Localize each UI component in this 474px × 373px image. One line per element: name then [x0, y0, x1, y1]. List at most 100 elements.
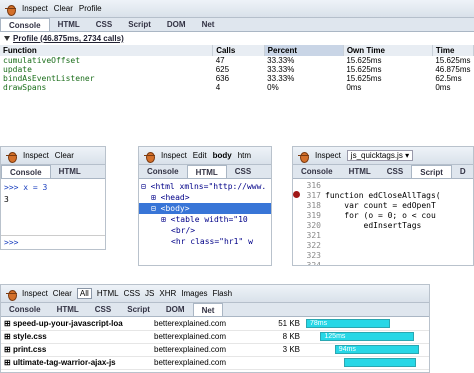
node-body[interactable]: ⊟ <body> [139, 203, 271, 214]
tab-css[interactable]: CSS [87, 303, 119, 316]
source-line[interactable]: 319 for (o = 0; o < cou [293, 211, 473, 221]
expand-plus-icon[interactable]: ⊞ [151, 193, 161, 202]
tab-console[interactable]: Console [139, 165, 187, 178]
filter-images-button[interactable]: Images [181, 289, 207, 298]
tab-net[interactable]: Net [194, 18, 223, 31]
col-calls[interactable]: Calls [212, 45, 265, 56]
profile-row[interactable]: drawSpans 4 0% 0ms 0ms [0, 83, 474, 92]
collapse-minus-icon[interactable]: ⊟ [141, 182, 151, 191]
tab-script[interactable]: Script [120, 18, 159, 31]
function-name[interactable]: drawSpans [0, 83, 213, 92]
tab-net[interactable]: Net [192, 303, 224, 316]
edit-button[interactable]: Edit [193, 151, 207, 160]
tab-html[interactable]: HTML [51, 165, 89, 178]
net-request-row[interactable]: ⊞ style.css betterexplained.com 8 KB 125ms [1, 330, 429, 344]
breakpoint-gutter[interactable] [293, 201, 303, 211]
profile-row[interactable]: bindAsEventListener 636 33.33% 15.625ms 62.5… [0, 74, 474, 83]
tab-dom[interactable]: DOM [159, 18, 194, 31]
tab-html[interactable]: HTML [186, 165, 227, 178]
firebug-icon[interactable] [5, 288, 17, 301]
collapse-triangle-icon[interactable] [4, 36, 10, 41]
breakpoint-gutter[interactable] [293, 181, 303, 191]
expand-plus-icon[interactable]: ⊞ [4, 332, 13, 341]
breakpoint-gutter[interactable] [293, 231, 303, 241]
net-request-row[interactable]: ⊞ speed-up-your-javascript-loa betterexpl… [1, 317, 429, 331]
tab-console[interactable]: Console [0, 18, 50, 31]
breakpoint-gutter[interactable] [293, 261, 303, 265]
request-file[interactable]: ultimate-tag-warrior-ajax-js [13, 358, 116, 367]
net-request-row[interactable]: ⊞ print.css betterexplained.com 3 KB 94ms [1, 343, 429, 357]
source-line[interactable]: 324 [293, 261, 473, 265]
tab-css[interactable]: CSS [227, 165, 259, 178]
source-line[interactable]: 320 edInsertTags [293, 221, 473, 231]
tab-html[interactable]: HTML [341, 165, 379, 178]
col-function[interactable]: Function [0, 45, 214, 56]
tab-dom[interactable]: D [452, 165, 473, 178]
node-br[interactable]: <br/> [139, 225, 271, 236]
function-name[interactable]: cumulativeOffset [0, 56, 213, 65]
node-hr[interactable]: <hr class="hr1" w [139, 236, 271, 247]
col-percent[interactable]: Percent [264, 45, 344, 56]
filter-html-button[interactable]: HTML [97, 289, 119, 298]
breakpoint-gutter[interactable] [293, 191, 303, 201]
inspect-button[interactable]: Inspect [23, 151, 49, 160]
source-line[interactable]: 323 [293, 251, 473, 261]
expand-plus-icon[interactable]: ⊞ [161, 215, 171, 224]
inspect-button[interactable]: Inspect [22, 289, 48, 298]
expand-plus-icon[interactable]: ⊞ [4, 319, 13, 328]
firebug-icon[interactable] [297, 150, 309, 163]
source-line[interactable]: 322 [293, 241, 473, 251]
tab-console[interactable]: Console [1, 303, 49, 316]
node-html[interactable]: ⊟ <html xmlns="http://www. [139, 181, 271, 192]
profile-row[interactable]: update 625 33.33% 15.625ms 46.875ms [0, 65, 474, 74]
request-file[interactable]: print.css [13, 345, 46, 354]
tab-script[interactable]: Script [411, 165, 452, 178]
firebug-icon[interactable] [143, 150, 155, 163]
inspect-button[interactable]: Inspect [161, 151, 187, 160]
breakpoint-gutter[interactable] [293, 221, 303, 231]
breakpoint-gutter[interactable] [293, 251, 303, 261]
source-line[interactable]: 318 var count = edOpenT [293, 201, 473, 211]
tab-script[interactable]: Script [119, 303, 158, 316]
filter-xhr-button[interactable]: XHR [159, 289, 176, 298]
console-input[interactable]: >>> [1, 235, 105, 249]
profile-row[interactable]: cumulativeOffset 47 33.33% 15.625ms 15.625ms [0, 56, 474, 65]
breadcrumb-body[interactable]: body [213, 151, 232, 160]
firebug-icon[interactable] [4, 3, 16, 16]
inspect-button[interactable]: Inspect [22, 4, 48, 13]
net-request-row[interactable]: ⊞ ultimate-tag-warrior-ajax-js betterexpl… [1, 356, 429, 370]
function-name[interactable]: bindAsEventListener [0, 74, 213, 83]
breakpoint-icon[interactable] [293, 191, 300, 198]
breakpoint-gutter[interactable] [293, 211, 303, 221]
filter-all-button[interactable]: All [76, 288, 92, 299]
node-head[interactable]: ⊞ <head> [139, 192, 271, 203]
function-name[interactable]: update [0, 65, 213, 74]
col-time[interactable]: Time [432, 45, 474, 56]
filter-css-button[interactable]: CSS [124, 289, 140, 298]
firebug-icon[interactable] [5, 150, 17, 163]
clear-button[interactable]: Clear [53, 289, 72, 298]
filter-flash-button[interactable]: Flash [213, 289, 233, 298]
source-line[interactable]: 321 [293, 231, 473, 241]
tab-html[interactable]: HTML [49, 303, 87, 316]
profile-header[interactable]: Profile (46.875ms, 2734 calls) [0, 32, 474, 45]
request-file[interactable]: speed-up-your-javascript-loa [13, 319, 123, 328]
tab-dom[interactable]: DOM [158, 303, 193, 316]
expand-plus-icon[interactable]: ⊞ [4, 345, 13, 354]
filter-js-button[interactable]: JS [145, 289, 154, 298]
expand-plus-icon[interactable]: ⊞ [4, 358, 13, 367]
tab-css[interactable]: CSS [379, 165, 411, 178]
script-file-select[interactable]: js_quicktags.js ▾ [346, 150, 414, 161]
tab-console[interactable]: Console [1, 165, 51, 178]
clear-button[interactable]: Clear [54, 4, 73, 13]
collapse-minus-icon[interactable]: ⊟ [151, 204, 161, 213]
clear-button[interactable]: Clear [55, 151, 74, 160]
source-line[interactable]: 316 [293, 181, 473, 191]
node-table[interactable]: ⊞ <table width="10 [139, 214, 271, 225]
breadcrumb-html[interactable]: htm [238, 151, 251, 160]
source-line[interactable]: 317 function edCloseAllTags( [293, 191, 473, 201]
profile-button[interactable]: Profile [79, 4, 102, 13]
col-own-time[interactable]: Own Time [343, 45, 433, 56]
breakpoint-gutter[interactable] [293, 241, 303, 251]
inspect-button[interactable]: Inspect [315, 151, 341, 160]
